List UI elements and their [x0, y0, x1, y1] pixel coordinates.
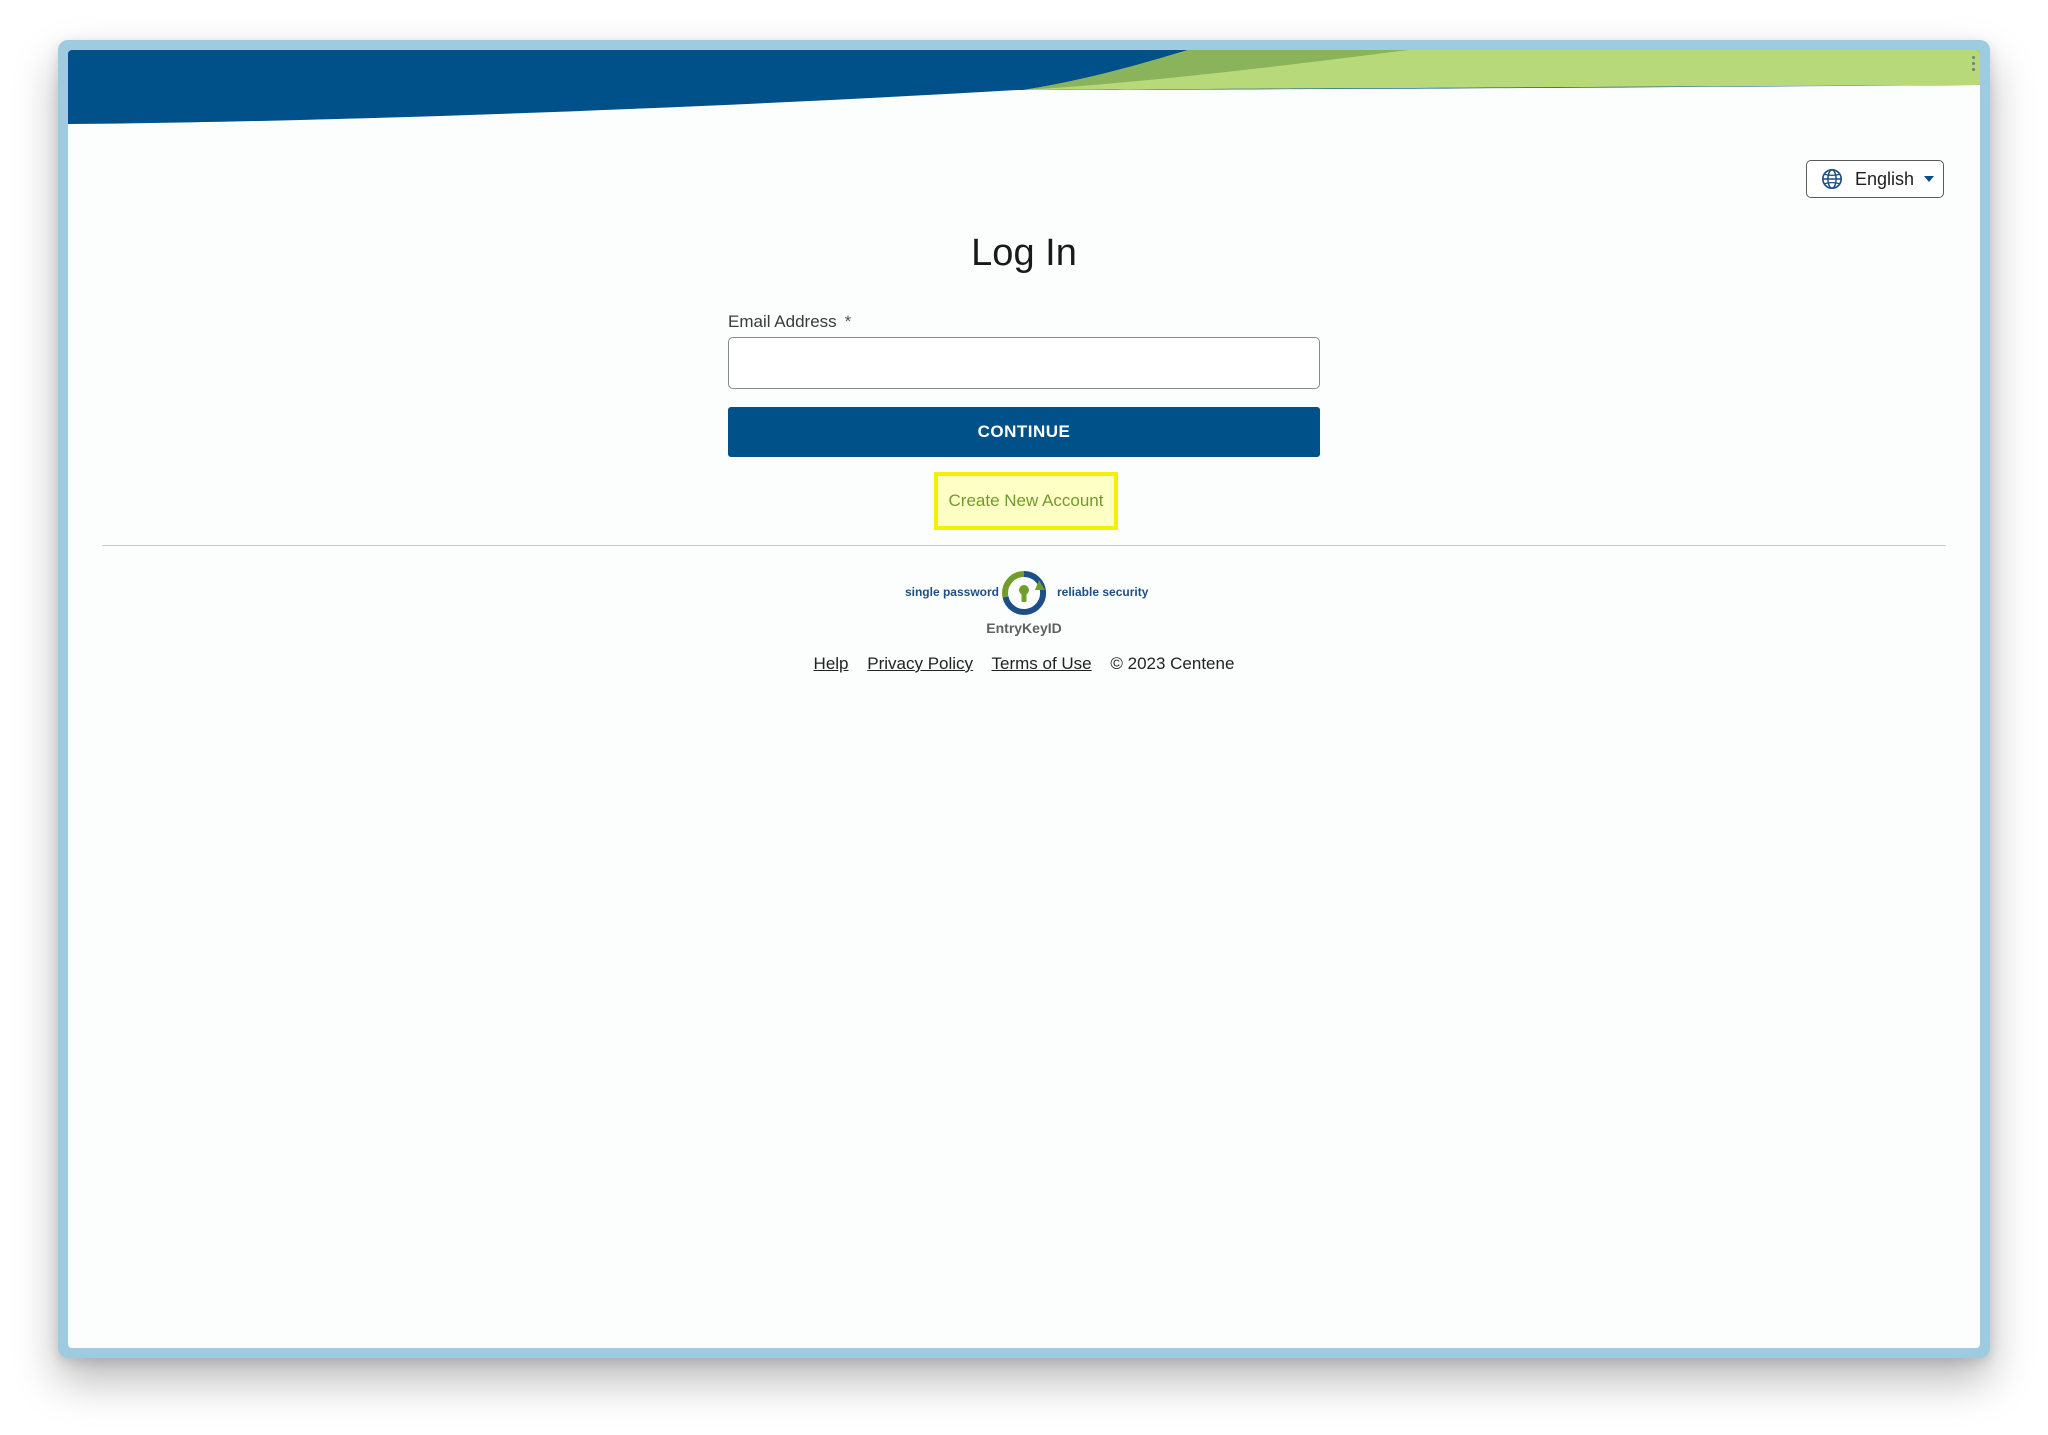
required-marker: * — [844, 312, 852, 331]
email-label-text: Email Address — [728, 312, 837, 331]
divider — [102, 545, 1946, 546]
browser-window: English Log In Email Address * CONTINUE C… — [68, 50, 1980, 1348]
privacy-policy-link[interactable]: Privacy Policy — [867, 654, 973, 673]
chevron-down-icon — [1924, 176, 1935, 182]
language-select[interactable]: English — [1806, 160, 1944, 198]
scroll-indicator — [1972, 56, 1976, 74]
email-input[interactable] — [728, 337, 1320, 389]
email-label: Email Address * — [728, 312, 851, 332]
globe-icon — [1822, 169, 1842, 189]
entrykey-lock-icon — [1002, 570, 1047, 615]
logo-name: EntryKeyID — [986, 620, 1062, 636]
footer-links: Help Privacy Policy Terms of Use © 2023 … — [68, 654, 1980, 674]
page-title: Log In — [971, 232, 1077, 274]
tagline-left: single password — [904, 585, 999, 599]
language-label: English — [1855, 168, 1915, 189]
brand-logo-block: single password reliable security EntryK… — [68, 570, 1980, 640]
tagline-right: reliable security — [1057, 585, 1149, 599]
create-account-link[interactable]: Create New Account — [934, 472, 1118, 530]
terms-of-use-link[interactable]: Terms of Use — [991, 654, 1091, 673]
header-banner — [68, 50, 1980, 124]
continue-button[interactable]: CONTINUE — [728, 407, 1320, 457]
screenshot-stage: English Log In Email Address * CONTINUE C… — [0, 0, 2048, 1435]
copyright-text: © 2023 Centene — [1110, 654, 1235, 673]
help-link[interactable]: Help — [814, 654, 849, 673]
